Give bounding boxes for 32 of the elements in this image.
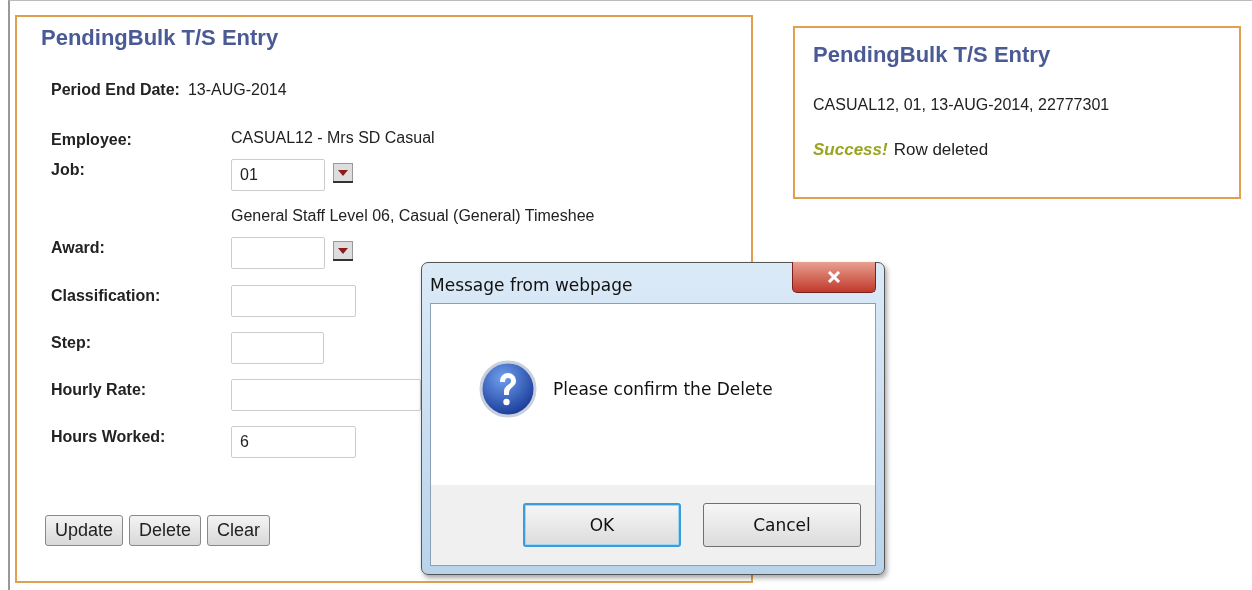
dialog-button[interactable]: OK — [523, 503, 681, 547]
question-icon — [479, 359, 537, 418]
dialog-button[interactable]: Cancel — [703, 503, 861, 547]
dropdown-field[interactable] — [231, 237, 325, 269]
field-label: Step: — [51, 333, 92, 352]
form-button[interactable]: Clear — [207, 515, 271, 546]
dialog-title: Message from webpage — [430, 274, 633, 295]
form-title: PendingBulk T/S Entry — [41, 25, 280, 51]
input-field[interactable] — [231, 379, 421, 411]
field-label: Classification: — [51, 286, 162, 305]
input-field[interactable] — [231, 285, 356, 317]
dialog-message: Please confirm the Delete — [553, 378, 773, 399]
form-button[interactable]: Delete — [129, 515, 202, 546]
field-label: Job: — [51, 160, 86, 179]
input-field[interactable]: 6 — [231, 426, 356, 458]
field-value: 13-AUG-2014 — [187, 81, 287, 99]
field-label: Hourly Rate: — [51, 380, 148, 399]
panel-title: PendingBulk T/S Entry — [813, 42, 1052, 68]
field-label: Hours Worked: — [51, 427, 167, 446]
field-label: Period End Date: — [51, 81, 180, 99]
field-label: Employee: — [51, 130, 133, 149]
field-label: Award: — [51, 238, 106, 257]
status-message: Row deleted — [893, 140, 989, 160]
close-button[interactable] — [792, 262, 876, 293]
job-description: General Staff Level 06, Casual (General) Timeshee — [231, 207, 595, 224]
form-button[interactable]: Update — [45, 515, 124, 546]
success-label: Success! — [813, 140, 888, 160]
input-field[interactable] — [231, 332, 324, 364]
close-icon — [827, 271, 841, 283]
deleted-row-summary: CASUAL12, 01, 13-AUG-2014, 22777301 — [813, 96, 1111, 114]
dropdown-field[interactable]: 01 — [231, 159, 325, 191]
field-value: CASUAL12 - Mrs SD Casual — [231, 129, 435, 146]
